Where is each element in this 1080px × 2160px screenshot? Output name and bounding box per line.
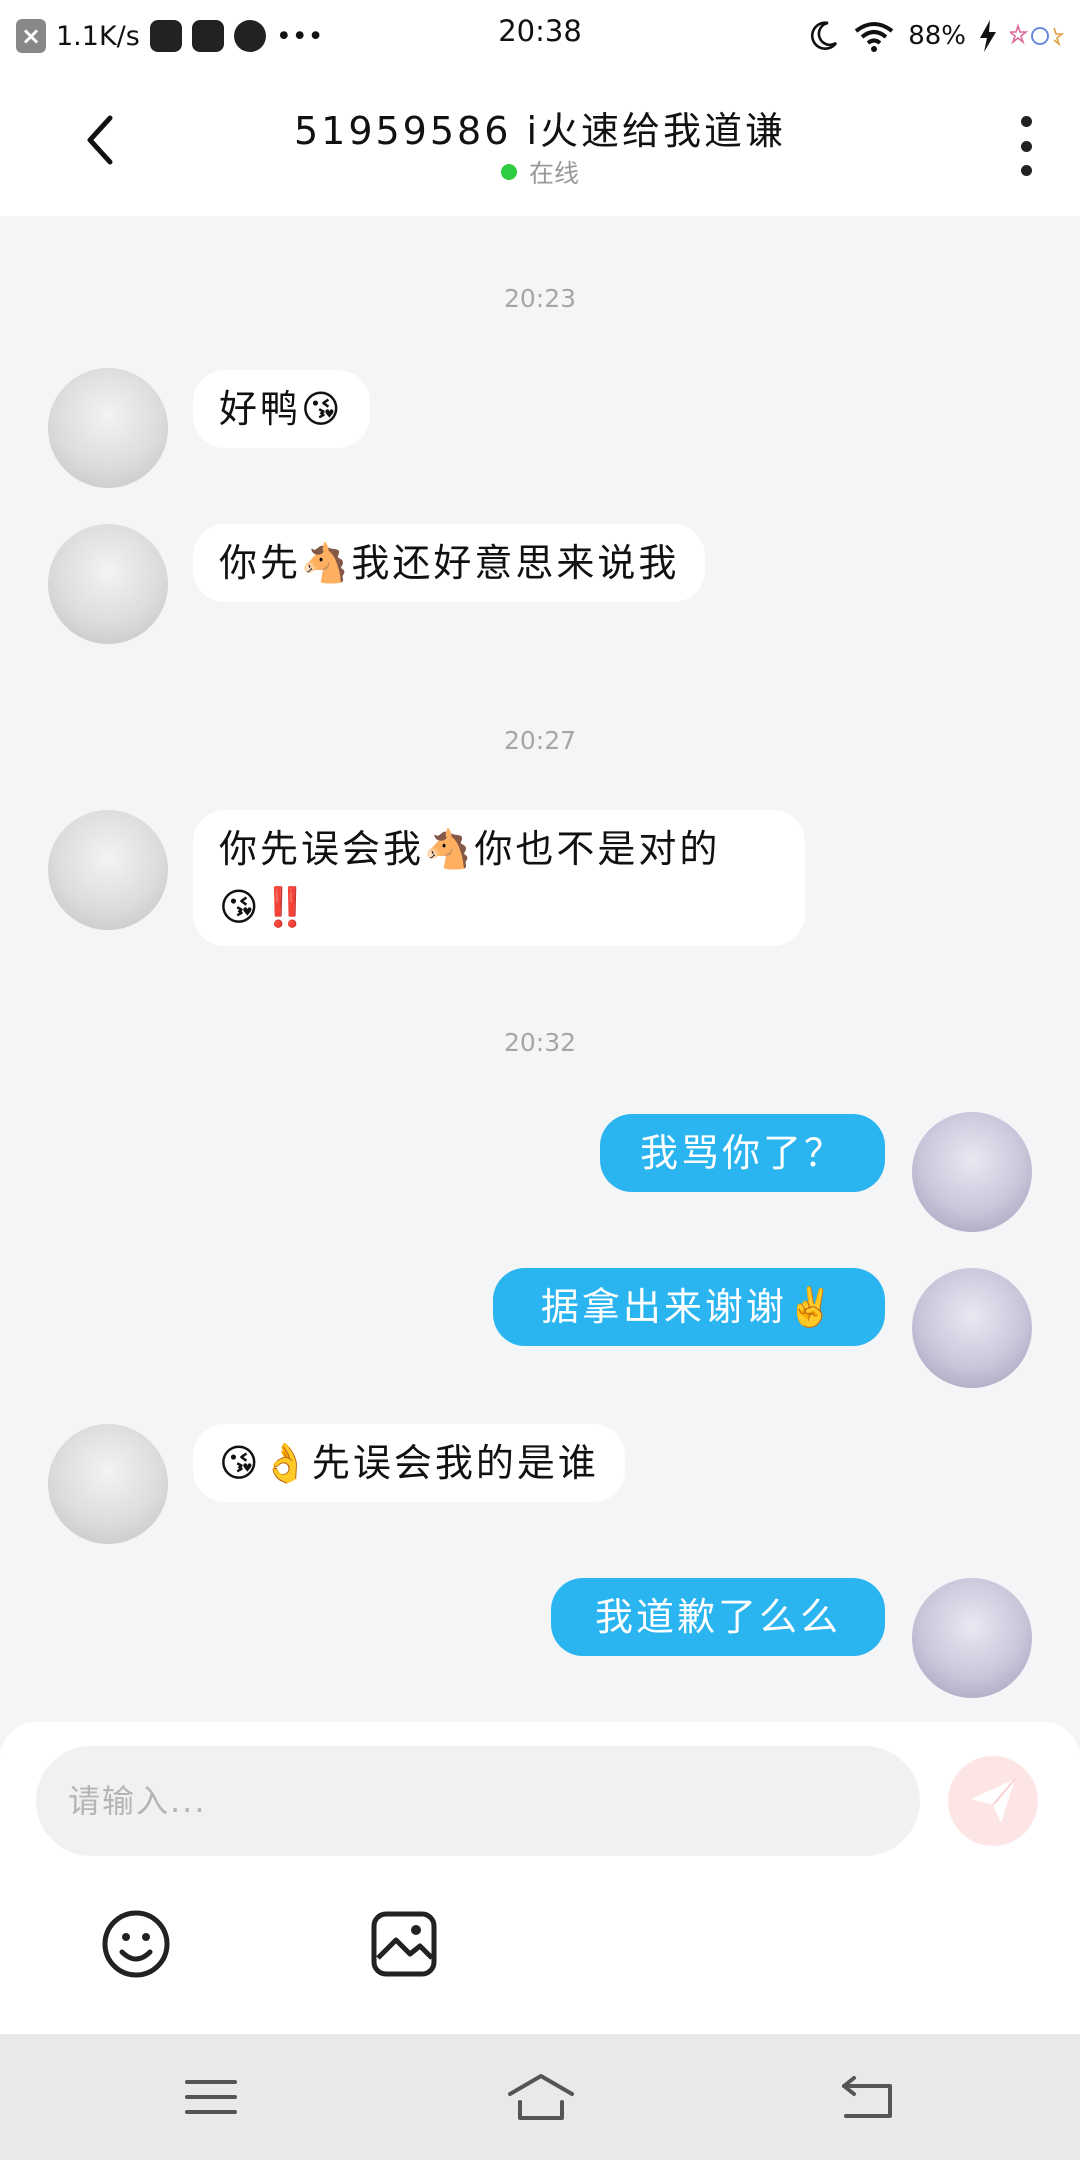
user-avatar[interactable]: [912, 1268, 1032, 1388]
menu-icon: [185, 2080, 237, 2114]
message-input[interactable]: [36, 1746, 920, 1856]
incoming-message[interactable]: 你先误会我🐴你也不是对的😘‼️: [193, 810, 805, 946]
decorative-stars-icon: [1010, 23, 1064, 47]
outgoing-message[interactable]: 我骂你了？: [600, 1114, 885, 1192]
status-bar: × 1.1K/s ••• 20:38 88%: [0, 0, 1080, 70]
status-right: 88%: [806, 16, 1064, 56]
chat-title: 51959586 i火速给我道谦: [293, 109, 787, 153]
outgoing-message[interactable]: 我道歉了么么: [551, 1578, 885, 1656]
user-avatar[interactable]: [912, 1578, 1032, 1698]
chat-header: 51959586 i火速给我道谦 在线: [0, 70, 1080, 216]
moon-icon: [811, 21, 838, 50]
incoming-message[interactable]: 好鸭😘: [193, 370, 370, 448]
home-icon: [508, 2074, 574, 2120]
contact-avatar[interactable]: [48, 524, 168, 644]
system-nav-bar: [0, 2034, 1080, 2160]
back-nav-button[interactable]: [838, 2072, 898, 2122]
message-composer: [0, 1722, 1080, 2034]
contact-avatar[interactable]: [48, 368, 168, 488]
send-icon: [971, 1778, 1016, 1823]
emoji-button[interactable]: [100, 1908, 172, 1980]
message-timestamp: 20:23: [503, 284, 577, 313]
online-status: 在线: [0, 154, 1080, 190]
user-avatar[interactable]: [912, 1112, 1032, 1232]
contact-avatar[interactable]: [48, 1424, 168, 1544]
more-options-button[interactable]: [1016, 116, 1036, 176]
send-button[interactable]: [948, 1756, 1038, 1846]
outgoing-message[interactable]: 据拿出来谢谢✌️: [493, 1268, 885, 1346]
incoming-message[interactable]: 你先🐴我还好意思来说我: [193, 524, 706, 602]
more-vertical-icon: [1020, 116, 1032, 127]
online-dot: [500, 164, 517, 180]
smiley-icon: [102, 1910, 170, 1978]
battery-level: 88%: [908, 21, 966, 51]
home-button[interactable]: [506, 2072, 576, 2122]
charging-icon: [980, 20, 996, 52]
contact-avatar[interactable]: [48, 810, 168, 930]
menu-button[interactable]: [181, 2072, 241, 2122]
image-icon: [371, 1911, 437, 1977]
message-timestamp: 20:32: [503, 1028, 577, 1057]
back-arrow-icon: [842, 2076, 892, 2118]
message-timestamp: 20:27: [503, 726, 577, 755]
image-button[interactable]: [368, 1908, 440, 1980]
incoming-message[interactable]: 😘👌先误会我的是谁: [193, 1424, 625, 1502]
wifi-icon: [854, 22, 894, 52]
online-status-label: 在线: [528, 159, 579, 188]
